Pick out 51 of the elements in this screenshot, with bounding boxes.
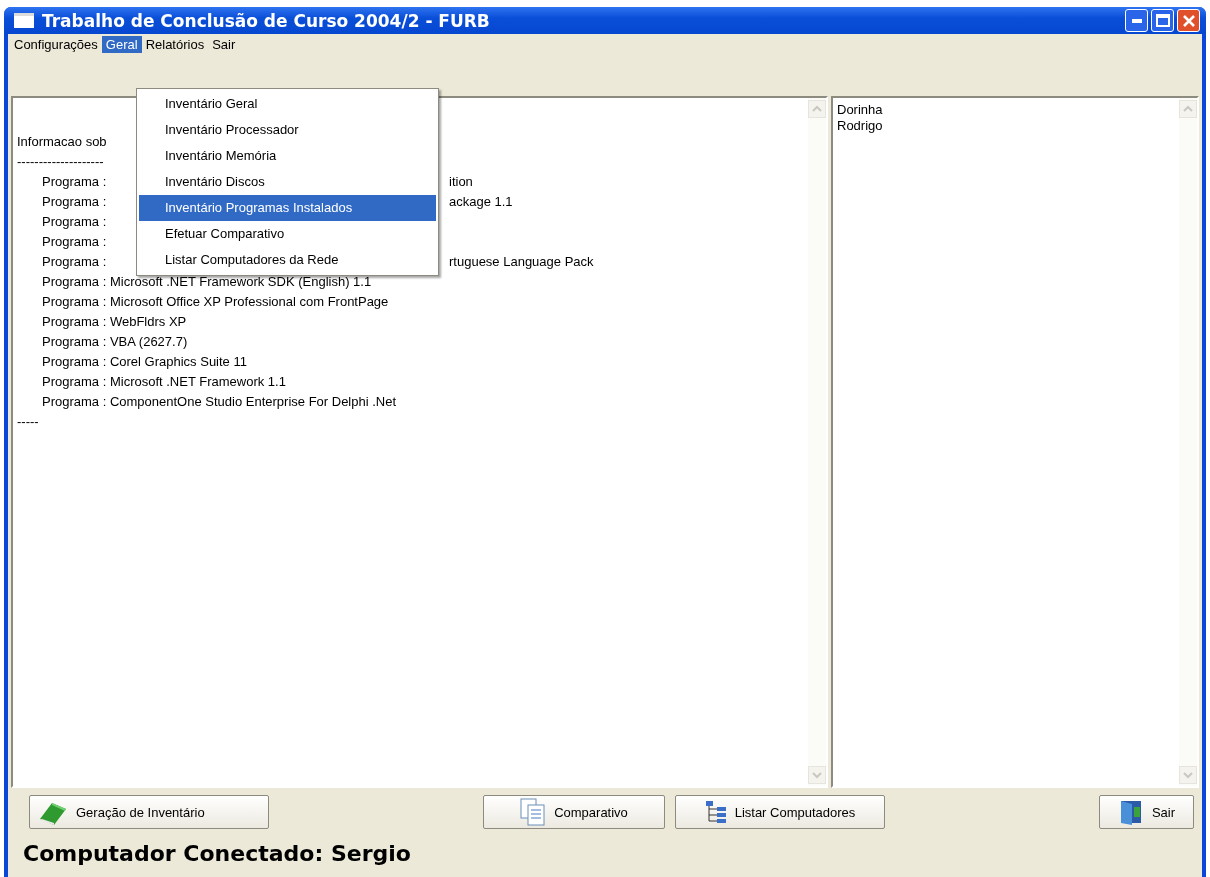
memo-line: Programa : xyxy=(42,193,107,209)
memo-line: Programa : Microsoft .NET Framework 1.1 xyxy=(42,373,286,389)
memo-line: Programa : Microsoft .NET Framework SDK (English) 1.1 xyxy=(42,273,372,289)
scroll-up-icon[interactable] xyxy=(808,100,826,118)
scroll-up-icon[interactable] xyxy=(1179,100,1197,118)
menu-option[interactable]: Listar Computadores da Rede xyxy=(139,247,436,273)
toolbar-button[interactable]: Geração de Inventário xyxy=(29,795,269,829)
minimize-button[interactable] xyxy=(1125,9,1148,32)
window-icon xyxy=(14,13,34,28)
menu-option[interactable]: Inventário Memória xyxy=(139,143,436,169)
menu-option[interactable]: Inventário Programas Instalados xyxy=(139,195,436,221)
menu-item[interactable]: Sair xyxy=(208,35,240,53)
document-icon xyxy=(520,798,547,826)
memo-line: ackage 1.1 xyxy=(449,193,513,209)
toolbar-button[interactable]: Sair xyxy=(1099,795,1194,829)
menu-option[interactable]: Efetuar Comparativo xyxy=(139,221,436,247)
menu-item[interactable]: Geral xyxy=(101,35,142,53)
menu-item[interactable]: Configurações xyxy=(10,35,102,53)
computer-name[interactable]: Rodrigo xyxy=(837,118,1175,134)
memo-line: Programa : Microsoft Office XP Professional com FrontPage xyxy=(42,293,389,309)
memo-line: rtuguese Language Pack xyxy=(449,253,594,269)
toolbar-button[interactable]: Listar Computadores xyxy=(675,795,885,829)
status-text: Computador Conectado: Sergio xyxy=(22,840,412,866)
minimize-icon xyxy=(1131,18,1142,23)
memo-line: Programa : xyxy=(42,233,107,249)
menu-option[interactable]: Inventário Processador xyxy=(139,117,436,143)
scroll-down-icon[interactable] xyxy=(1179,766,1197,784)
computer-name[interactable]: Dorinha xyxy=(837,102,1175,118)
toolbar-button[interactable]: Comparativo xyxy=(483,795,665,829)
maximize-button[interactable] xyxy=(1151,9,1174,32)
memo-line: Programa : VBA (2627.7) xyxy=(42,333,188,349)
close-icon xyxy=(1181,13,1196,28)
memo-line: -------------------- xyxy=(17,153,104,169)
tree-icon xyxy=(704,800,727,824)
scroll-down-icon[interactable] xyxy=(808,766,826,784)
menu-option[interactable]: Inventário Discos xyxy=(139,169,436,195)
window-title: Trabalho de Conclusão de Curso 2004/2 - FURB xyxy=(42,10,491,31)
memo-line: Programa : WebFldrs XP xyxy=(42,313,187,329)
menu-item[interactable]: Relatórios xyxy=(141,35,209,53)
memo-line: Programa : Corel Graphics Suite 11 xyxy=(42,353,247,369)
close-button[interactable] xyxy=(1177,9,1200,32)
memo-line: Programa : ComponentOne Studio Enterprise For Delphi .Net xyxy=(42,393,397,409)
memo-line: Programa : xyxy=(42,173,107,189)
memo-line: Programa : xyxy=(42,253,107,269)
memo-line: ----- xyxy=(17,413,39,429)
memo-line: ition xyxy=(449,173,473,189)
maximize-icon xyxy=(1155,14,1170,27)
menu-option[interactable]: Inventário Geral xyxy=(139,91,436,117)
memo-line: Programa : xyxy=(42,213,107,229)
memo-line: Informacao sob xyxy=(17,133,107,149)
computer-list[interactable]: Dorinha Rodrigo xyxy=(831,96,1199,788)
